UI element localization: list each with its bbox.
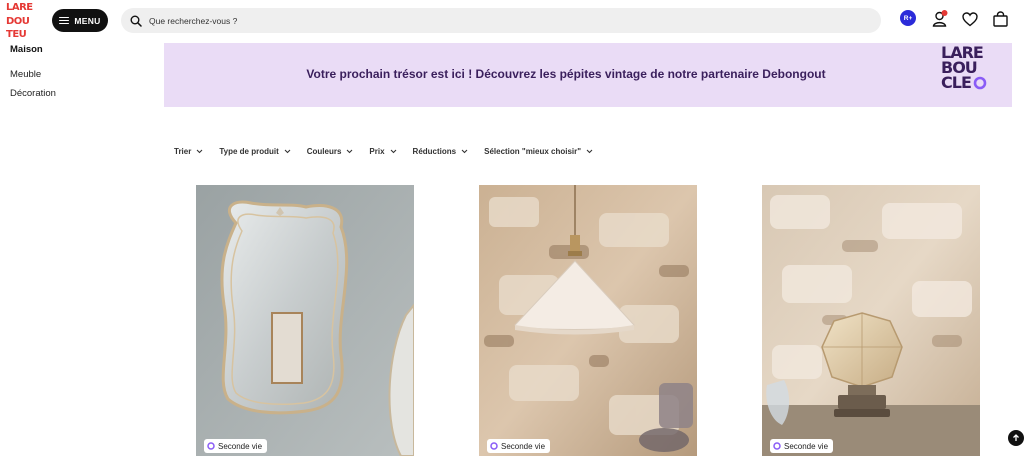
menu-label: MENU [74, 15, 101, 26]
chevron-down-icon [196, 149, 203, 154]
recycle-icon [490, 442, 498, 450]
filter-label: Réductions [412, 147, 457, 156]
search-input[interactable] [149, 15, 749, 26]
chevron-down-icon [390, 149, 396, 154]
header-actions: R+ [900, 10, 916, 26]
category-sidebar: Maison Meuble Décoration [10, 43, 150, 99]
logo-line: DOU [6, 15, 30, 27]
filter-discounts[interactable]: Réductions [407, 143, 475, 160]
sidebar-title: Maison [10, 44, 43, 55]
product-card[interactable]: Seconde vie [196, 185, 414, 456]
banner-text: Votre prochain trésor est ici ! Découvre… [306, 67, 826, 81]
chevron-down-icon [284, 149, 291, 154]
rplus-badge[interactable]: R+ [900, 10, 916, 26]
filter-product-type[interactable]: Type de produit [213, 143, 296, 160]
site-logo[interactable]: LARE DOU TEU [6, 2, 40, 40]
chevron-down-icon [586, 149, 593, 154]
search-bar[interactable] [121, 8, 881, 33]
product-card[interactable]: Seconde vie [762, 185, 980, 456]
filter-bar: Trier Type de produit Couleurs Prix Rédu… [168, 143, 603, 160]
chevron-down-icon [461, 149, 468, 154]
logo-line: LARE [6, 2, 33, 13]
product-card[interactable]: Seconde vie [479, 185, 697, 456]
second-life-badge: Seconde vie [487, 439, 551, 453]
partner-logo: LARE BOU CLE [941, 45, 1001, 103]
second-life-badge: Seconde vie [204, 439, 268, 453]
product-image-mirror [196, 185, 414, 456]
filter-price[interactable]: Prix [363, 143, 402, 160]
filter-better-choice[interactable]: Sélection "mieux choisir" [478, 143, 599, 160]
filter-label: Sélection "mieux choisir" [484, 147, 582, 156]
sidebar-item-decoration[interactable]: Décoration [10, 88, 150, 99]
site-header: LARE DOU TEU MENU R+ [0, 0, 1024, 42]
filter-colors[interactable]: Couleurs [301, 143, 360, 160]
product-image-glass-lamp [762, 185, 980, 456]
partner-logo-line: CLE [941, 73, 972, 92]
badge-label: Seconde vie [784, 441, 829, 451]
recycle-icon [773, 442, 781, 450]
partner-logo-ring-icon [973, 76, 987, 89]
filter-label: Prix [369, 147, 385, 156]
search-icon [130, 15, 142, 27]
menu-button[interactable]: MENU [52, 9, 108, 32]
cart-bag-icon[interactable] [993, 11, 1008, 27]
filter-label: Type de produit [219, 147, 279, 156]
chevron-down-icon [347, 149, 353, 154]
second-life-badge: Seconde vie [770, 439, 834, 453]
product-image-pendant-lamp [479, 185, 697, 456]
hamburger-icon [59, 16, 70, 25]
account-icon[interactable] [932, 10, 948, 28]
logo-line: TEU [6, 29, 27, 40]
badge-label: Seconde vie [501, 441, 546, 451]
scroll-to-top-button[interactable] [1008, 430, 1024, 446]
sidebar-item-meuble[interactable]: Meuble [10, 69, 150, 80]
recycle-icon [207, 442, 215, 450]
badge-label: Seconde vie [218, 441, 263, 451]
promo-banner[interactable]: Votre prochain trésor est ici ! Découvre… [164, 43, 1012, 107]
filter-label: Trier [174, 147, 192, 156]
heart-icon[interactable] [962, 12, 978, 27]
arrow-up-icon [1013, 434, 1019, 441]
filter-label: Couleurs [306, 147, 342, 156]
filter-sort[interactable]: Trier [168, 143, 209, 160]
